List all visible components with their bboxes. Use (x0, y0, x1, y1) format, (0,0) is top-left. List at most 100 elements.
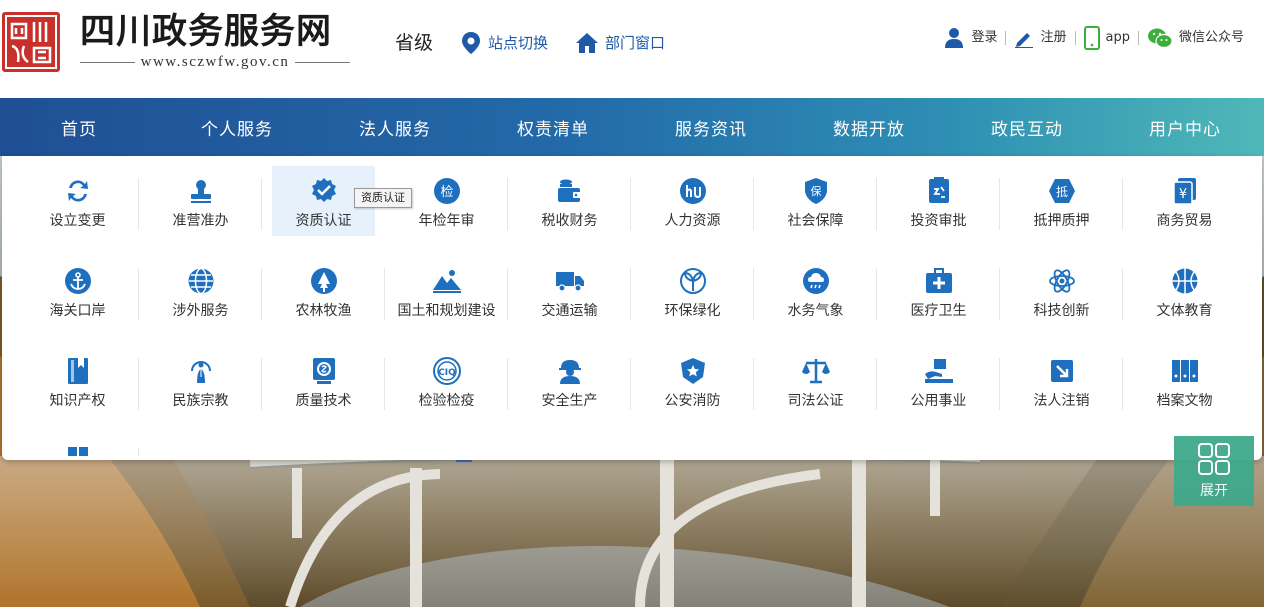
category-label: 涉外服务 (172, 303, 229, 319)
expand-label: 展开 (1200, 483, 1228, 499)
category-item[interactable]: 水务气象 (754, 256, 877, 346)
deregister-icon (1047, 356, 1077, 386)
category-item[interactable]: 保 社会保障 (754, 166, 877, 256)
expand-button[interactable]: 展开 (1174, 436, 1254, 506)
register-link[interactable]: 注册 (1006, 26, 1074, 50)
category-label: 环保绿化 (664, 303, 721, 319)
category-label: 医疗卫生 (910, 303, 967, 319)
category-grid: 设立变更 准营准办 资质认证 检 年检年审 税收财务 人力资源 保 社会保障 投… (16, 166, 1246, 526)
inspection-icon: 检 (432, 176, 462, 206)
login-link[interactable]: 登录 (935, 26, 1005, 50)
main-navbar: 首页 个人服务 法人服务 权责清单 服务资讯 数据开放 政民互动 用户中心 (0, 98, 1264, 156)
svg-text:抵: 抵 (1055, 185, 1067, 199)
category-item[interactable]: 档案文物 (1123, 346, 1246, 436)
site-logo-seal[interactable] (2, 12, 60, 72)
mobile-phone-icon (1083, 26, 1100, 50)
nav-open-data[interactable]: 数据开放 (790, 98, 948, 156)
category-item[interactable]: 公安消防 (631, 346, 754, 436)
category-label: 社会保障 (787, 213, 844, 229)
grid-icon (1198, 443, 1230, 475)
site-header: 四川政务服务网 www.sczwfw.gov.cn 省级 站点切换 部门窗口 登… (0, 0, 1264, 98)
site-url-text: www.sczwfw.gov.cn (140, 54, 290, 70)
category-label: 安全生产 (541, 393, 598, 409)
category-item[interactable]: 安全生产 (508, 346, 631, 436)
helmet-worker-icon (555, 356, 585, 386)
home-icon (576, 33, 598, 53)
category-item[interactable]: ¥ 商务贸易 (1123, 166, 1246, 256)
category-label: 年检年审 (418, 213, 475, 229)
atom-icon (1047, 266, 1077, 296)
mountain-icon (432, 266, 462, 296)
category-label: 法人注销 (1033, 393, 1090, 409)
category-item[interactable]: 准营准办 (139, 166, 262, 256)
category-item[interactable]: 医疗卫生 (877, 256, 1000, 346)
category-item[interactable]: 法人注销 (1000, 346, 1123, 436)
category-item[interactable]: 投资审批 (877, 166, 1000, 256)
category-item[interactable]: 交通运输 (508, 256, 631, 346)
url-divider-left (80, 61, 135, 63)
nav-legal-entity-services[interactable]: 法人服务 (316, 98, 474, 156)
category-label: 检验检疫 (418, 393, 475, 409)
app-label: app (1105, 30, 1130, 45)
nav-personal-services[interactable]: 个人服务 (158, 98, 316, 156)
stamp-icon (186, 176, 216, 206)
category-label: 资质认证 (295, 213, 352, 229)
svg-text:检: 检 (440, 185, 453, 200)
certified-badge-icon (309, 176, 339, 206)
category-item[interactable]: 海关口岸 (16, 256, 139, 346)
category-item[interactable]: 环保绿化 (631, 256, 754, 346)
svg-text:¥: ¥ (1178, 187, 1186, 202)
user-toolbar: 登录 注册 app 微信公众号 (935, 26, 1252, 50)
public-box-icon (924, 356, 954, 386)
category-item[interactable]: 科技创新 (1000, 256, 1123, 346)
category-item[interactable]: 国土和规划建设 (385, 256, 508, 346)
category-item[interactable]: 公用事业 (877, 346, 1000, 436)
category-label: 海关口岸 (49, 303, 106, 319)
category-item[interactable]: 质量技术 (262, 346, 385, 436)
nav-interaction[interactable]: 政民互动 (948, 98, 1106, 156)
basketball-icon (1170, 266, 1200, 296)
yuan-doc-icon: ¥ (1170, 176, 1200, 206)
nav-user-center[interactable]: 用户中心 (1106, 98, 1264, 156)
nav-home[interactable]: 首页 (0, 98, 158, 156)
category-item[interactable]: 民族宗教 (139, 346, 262, 436)
category-item[interactable]: 设立变更 (16, 166, 139, 256)
app-link[interactable]: app (1076, 26, 1138, 50)
mortgage-icon: 抵 (1047, 176, 1077, 206)
nav-power-list[interactable]: 权责清单 (474, 98, 632, 156)
category-item[interactable]: CIQ 检验检疫 (385, 346, 508, 436)
category-item[interactable]: 文体教育 (1123, 256, 1246, 346)
site-switch-link[interactable]: 站点切换 (460, 31, 548, 55)
category-item[interactable]: 涉外服务 (139, 256, 262, 346)
nav-service-news[interactable]: 服务资讯 (632, 98, 790, 156)
category-item[interactable]: 人力资源 (631, 166, 754, 256)
category-item[interactable]: 司法公证 (754, 346, 877, 436)
register-label: 注册 (1040, 30, 1067, 45)
wallet-icon (555, 176, 585, 206)
category-label: 商务贸易 (1156, 213, 1213, 229)
category-label: 档案文物 (1156, 393, 1213, 409)
category-item[interactable]: 检 年检年审 (385, 166, 508, 256)
category-item[interactable]: 抵 抵押质押 (1000, 166, 1123, 256)
category-label: 质量技术 (295, 393, 352, 409)
leaf-icon (678, 266, 708, 296)
category-item[interactable]: 税收财务 (508, 166, 631, 256)
dept-window-link[interactable]: 部门窗口 (575, 31, 665, 55)
tree-icon (309, 266, 339, 296)
category-label: 文体教育 (1156, 303, 1213, 319)
category-item[interactable]: 农林牧渔 (262, 256, 385, 346)
category-label: 准营准办 (172, 213, 229, 229)
category-item[interactable]: 知识产权 (16, 346, 139, 436)
category-label: 水务气象 (787, 303, 844, 319)
shield-icon: 保 (801, 176, 831, 206)
category-label: 科技创新 (1033, 303, 1090, 319)
wechat-icon (1147, 28, 1173, 49)
category-label: 设立变更 (49, 213, 106, 229)
archive-icon (1170, 356, 1200, 386)
category-label: 公安消防 (664, 393, 721, 409)
category-item[interactable] (16, 436, 139, 456)
category-label: 抵押质押 (1033, 213, 1090, 229)
category-label: 税收财务 (541, 213, 598, 229)
category-label: 投资审批 (910, 213, 967, 229)
wechat-link[interactable]: 微信公众号 (1139, 26, 1252, 50)
